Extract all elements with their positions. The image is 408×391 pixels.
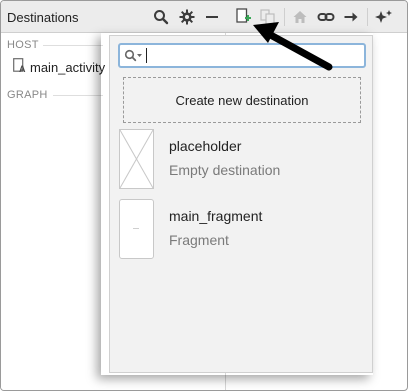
destination-item-placeholder[interactable]: placeholder Empty destination <box>119 129 363 193</box>
panel-title: Destinations <box>7 10 79 25</box>
svg-text:A: A <box>19 64 26 73</box>
placeholder-thumbnail <box>119 129 154 189</box>
arrow-right-icon[interactable] <box>341 7 361 27</box>
gear-icon[interactable] <box>177 7 197 27</box>
destination-subtitle: Fragment <box>169 232 229 248</box>
destinations-panel-header: Destinations <box>1 1 226 33</box>
search-dropdown-icon[interactable] <box>124 48 146 64</box>
destination-name: main_fragment <box>169 208 263 224</box>
divider <box>43 45 103 46</box>
annotation-arrow <box>241 7 341 73</box>
section-graph-label: GRAPH <box>7 89 48 101</box>
destination-item-main-fragment[interactable]: main_fragment Fragment <box>119 199 363 263</box>
destination-name: placeholder <box>169 138 242 154</box>
minus-icon[interactable] <box>202 7 222 27</box>
search-icon[interactable] <box>151 7 171 27</box>
app-window: Destinations HOST A main_activity GRAPH … <box>0 0 408 391</box>
create-new-destination-button[interactable]: Create new destination <box>123 77 361 123</box>
host-item-main-activity[interactable]: A main_activity <box>13 58 105 76</box>
destination-subtitle: Empty destination <box>169 162 281 178</box>
divider <box>53 95 103 96</box>
fragment-thumbnail <box>119 199 154 259</box>
section-host-label: HOST <box>7 39 39 51</box>
text-caret <box>146 48 147 63</box>
host-item-label: main_activity <box>30 59 106 75</box>
activity-icon: A <box>13 58 26 76</box>
auto-arrange-icon[interactable] <box>374 7 394 27</box>
toolbar-separator <box>367 8 368 26</box>
